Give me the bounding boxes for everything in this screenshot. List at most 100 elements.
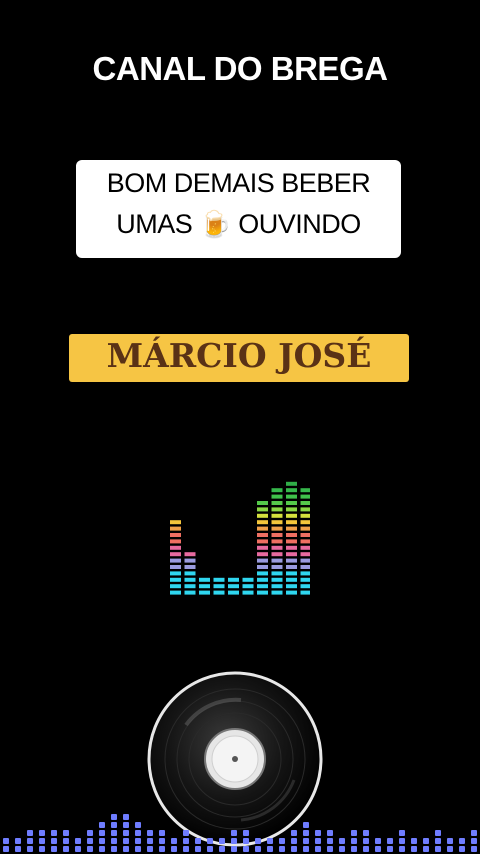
wave-segment bbox=[87, 846, 93, 852]
wave-segment bbox=[147, 838, 153, 844]
wave-segment bbox=[267, 846, 273, 852]
equalizer-segment bbox=[271, 545, 283, 550]
wave-segment bbox=[87, 830, 93, 836]
equalizer-segment bbox=[257, 513, 268, 518]
wave-segment bbox=[183, 830, 189, 836]
equalizer-segment bbox=[170, 577, 181, 582]
wave-segment bbox=[351, 838, 357, 844]
wave-segment bbox=[75, 838, 81, 844]
wave-segment bbox=[279, 846, 285, 852]
wave-segment bbox=[351, 830, 357, 836]
equalizer-segment bbox=[184, 577, 196, 582]
equalizer-segment bbox=[170, 539, 181, 544]
wave-segment bbox=[87, 838, 93, 844]
wave-segment bbox=[123, 830, 129, 836]
wave-segment bbox=[411, 838, 417, 844]
equalizer-segment bbox=[170, 545, 181, 550]
equalizer-segment bbox=[170, 565, 181, 569]
equalizer-segment bbox=[213, 584, 225, 589]
wave-segment bbox=[231, 838, 237, 844]
wave-segment bbox=[15, 838, 21, 844]
wave-segment bbox=[111, 838, 117, 844]
wave-segment bbox=[135, 830, 141, 836]
wave-segment bbox=[171, 846, 177, 852]
wave-segment bbox=[135, 846, 141, 852]
wave-segment bbox=[387, 838, 393, 844]
caption-word-after: OUVINDO bbox=[238, 209, 361, 239]
wave-segment bbox=[315, 838, 321, 844]
wave-segment bbox=[3, 846, 9, 852]
equalizer-segment bbox=[170, 526, 181, 531]
equalizer-segment bbox=[286, 565, 297, 569]
wave-segment bbox=[363, 838, 369, 844]
equalizer-segment bbox=[170, 590, 181, 595]
wave-segment bbox=[351, 846, 357, 852]
equalizer-segment bbox=[271, 558, 283, 563]
wave-segment bbox=[243, 846, 249, 852]
wave-segment bbox=[327, 846, 333, 852]
wave-segment bbox=[303, 830, 309, 836]
equalizer-segment bbox=[257, 520, 268, 525]
wave-segment bbox=[267, 838, 273, 844]
wave-segment bbox=[423, 846, 429, 852]
wave-segment bbox=[291, 838, 297, 844]
wave-segment bbox=[135, 838, 141, 844]
wave-segment bbox=[135, 822, 141, 828]
equalizer-segment bbox=[286, 520, 297, 525]
equalizer-segment bbox=[257, 545, 268, 550]
equalizer-segment bbox=[271, 565, 283, 569]
wave-segment bbox=[51, 846, 57, 852]
equalizer-segment bbox=[257, 577, 268, 582]
wave-segment bbox=[315, 846, 321, 852]
wave-segment bbox=[375, 838, 381, 844]
equalizer-segment bbox=[300, 577, 310, 582]
wave-segment bbox=[291, 830, 297, 836]
equalizer-segment bbox=[242, 577, 254, 582]
wave-segment bbox=[243, 838, 249, 844]
wave-segment bbox=[111, 814, 117, 820]
equalizer-segment bbox=[213, 590, 225, 595]
wave-segment bbox=[327, 838, 333, 844]
caption-box: BOM DEMAIS BEBER UMAS 🍺 OUVINDO bbox=[76, 160, 401, 258]
wave-segment bbox=[459, 846, 465, 852]
wave-segment bbox=[147, 830, 153, 836]
wave-segment bbox=[39, 830, 45, 836]
wave-segment bbox=[195, 846, 201, 852]
wave-segment bbox=[303, 838, 309, 844]
caption-word-before: UMAS bbox=[116, 209, 193, 239]
wave-segment bbox=[219, 838, 225, 844]
equalizer-segment bbox=[271, 526, 283, 531]
equalizer-segment bbox=[184, 558, 196, 563]
equalizer-segment bbox=[228, 584, 239, 589]
wave-segment bbox=[159, 838, 165, 844]
wave-segment bbox=[231, 830, 237, 836]
wave-segment bbox=[399, 846, 405, 852]
artist-banner: MÁRCIO JOSÉ bbox=[69, 334, 409, 382]
equalizer-segment bbox=[257, 539, 268, 544]
wave-segment bbox=[123, 814, 129, 820]
wave-segment bbox=[195, 838, 201, 844]
wave-segment bbox=[363, 830, 369, 836]
wave-segment bbox=[63, 830, 69, 836]
equalizer-segment bbox=[300, 526, 310, 531]
equalizer-segment bbox=[300, 590, 310, 595]
wave-segment bbox=[387, 846, 393, 852]
equalizer-segment bbox=[271, 590, 283, 595]
wave-segment bbox=[123, 838, 129, 844]
wave-segment bbox=[255, 846, 261, 852]
wave-segment bbox=[411, 846, 417, 852]
wave-segment bbox=[39, 838, 45, 844]
wave-segment bbox=[75, 846, 81, 852]
wave-segment bbox=[291, 846, 297, 852]
channel-title: CANAL DO BREGA bbox=[92, 50, 388, 87]
wave-segment bbox=[147, 846, 153, 852]
wave-segment bbox=[99, 838, 105, 844]
audio-wave-icon bbox=[3, 814, 477, 852]
equalizer-segment bbox=[286, 590, 297, 595]
wave-segment bbox=[399, 838, 405, 844]
wave-segment bbox=[339, 838, 345, 844]
wave-segment bbox=[159, 846, 165, 852]
wave-segment bbox=[111, 830, 117, 836]
wave-segment bbox=[207, 838, 213, 844]
wave-segment bbox=[447, 846, 453, 852]
